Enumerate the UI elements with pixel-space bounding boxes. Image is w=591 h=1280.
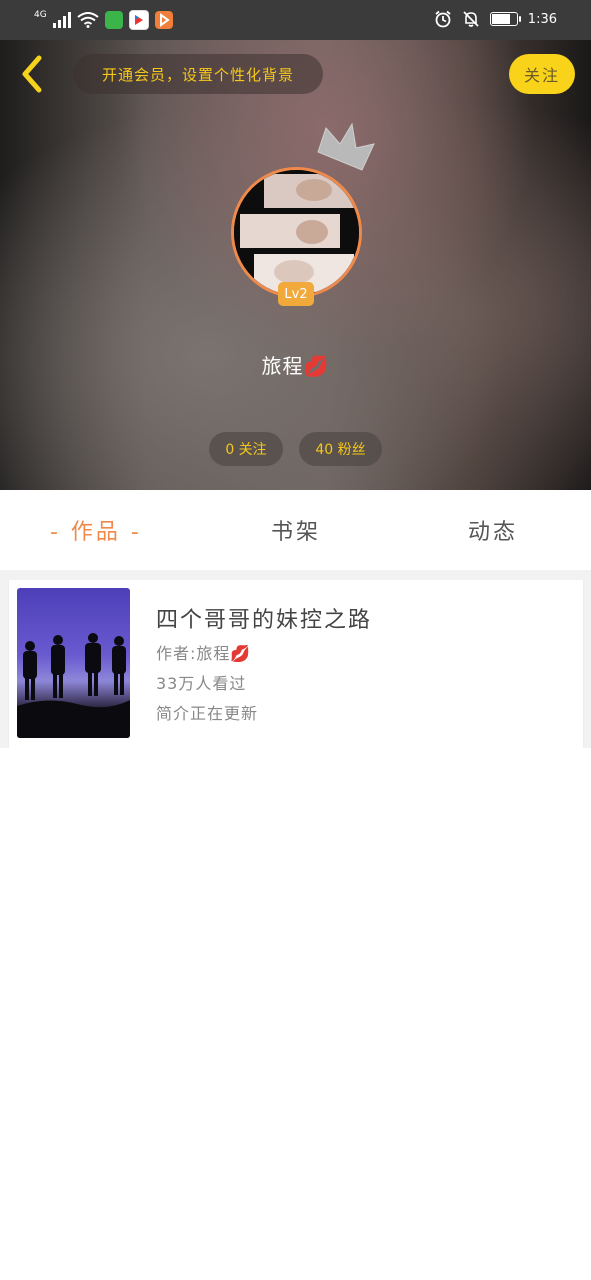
status-bar: 4G 1:36 (0, 0, 591, 40)
book-author: 作者:旅程💋 (156, 644, 252, 663)
bell-off-icon (463, 11, 479, 27)
status-right: 1:36 (434, 10, 557, 28)
list-gutter-right (583, 580, 591, 748)
book-intro: 简介正在更新 (156, 704, 259, 723)
tab-bookshelf[interactable]: 书架 (271, 514, 321, 546)
profile-header: 开通会员，设置个性化背景 关注 Lv2 旅程💋 0 关注 40 粉丝 (0, 40, 591, 490)
username: 旅程💋 (261, 354, 330, 378)
level-badge: Lv2 (278, 282, 314, 306)
tab-activity[interactable]: 动态 (468, 514, 518, 546)
list-gutter-left (0, 580, 8, 748)
chevron-left-icon (22, 55, 42, 93)
iqiyi-app-icon (104, 11, 123, 29)
back-button[interactable] (16, 54, 48, 94)
battery-icon (489, 12, 521, 26)
signal-icon (52, 12, 71, 28)
book-cover[interactable] (17, 588, 130, 738)
player-app-icon (154, 11, 173, 29)
profile-tabs: - 作品 - 书架 动态 (0, 490, 591, 570)
book-views: 33万人看过 (156, 674, 247, 693)
avatar-image (234, 170, 359, 295)
vip-background-prompt[interactable]: 开通会员，设置个性化背景 (73, 54, 323, 94)
book-title: 四个哥哥的妹控之路 (156, 608, 373, 633)
network-label: 4G (34, 10, 47, 20)
follow-button[interactable]: 关注 (509, 54, 575, 94)
fans-count[interactable]: 40 粉丝 (299, 432, 382, 466)
cover-image (17, 633, 130, 738)
wifi-icon (77, 12, 99, 28)
alarm-icon (435, 10, 451, 28)
status-left: 4G (34, 10, 173, 30)
following-count[interactable]: 0 关注 (209, 432, 283, 466)
avatar[interactable] (231, 167, 362, 298)
list-item[interactable]: 四个哥哥的妹控之路 作者:旅程💋 33万人看过 简介正在更新 (8, 580, 584, 748)
video-app-icon (128, 10, 149, 30)
list-divider (0, 570, 591, 580)
tab-works[interactable]: - 作品 - (50, 514, 142, 546)
clock: 1:36 (527, 11, 557, 27)
